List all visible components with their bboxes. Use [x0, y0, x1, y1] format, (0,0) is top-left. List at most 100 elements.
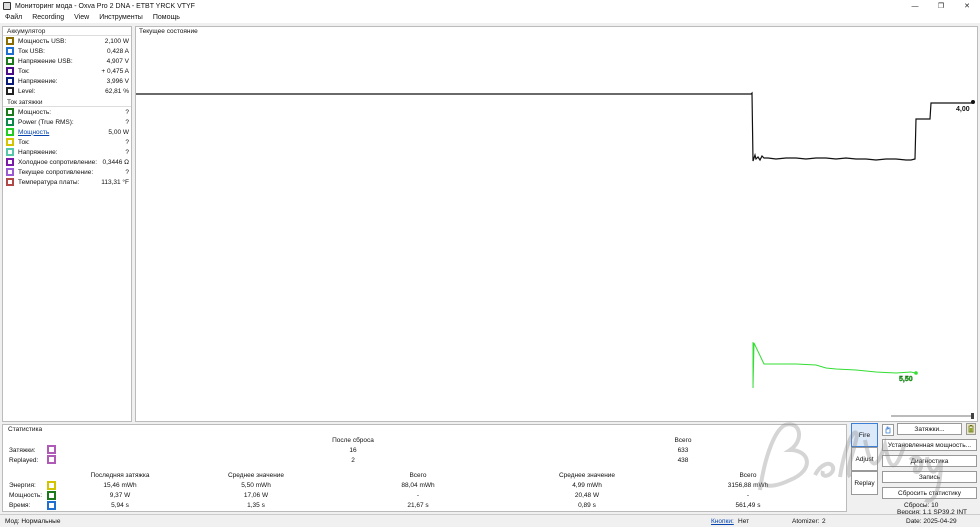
stats-cell: 5,94 s — [111, 502, 129, 509]
stats-cell: 0,89 s — [578, 502, 596, 509]
hand-icon[interactable] — [882, 424, 894, 436]
adjust-button[interactable]: Adjust — [851, 447, 878, 471]
battery-value: 2,100 W — [104, 37, 129, 45]
app-icon — [3, 2, 11, 10]
puff-row: Текущее сопротивление:? — [3, 167, 131, 177]
puff-row: Холодное сопротивление: 0,3446 Ω — [3, 157, 131, 167]
controls-panel: Fire Adjust Replay Затяжки... Установлен… — [849, 412, 978, 516]
battery-value: 4,907 V — [106, 57, 129, 65]
chart-panel: Текущее состояние 4,00 5,50 — [135, 26, 978, 422]
black-series-endpoint — [971, 100, 975, 104]
puff-series-toggle[interactable] — [6, 118, 14, 126]
stats-row-swatch[interactable] — [47, 491, 56, 500]
battery-icon[interactable] — [966, 423, 976, 435]
stats-cell: 5,50 mWh — [241, 482, 271, 489]
puff-row: Power (True RMS):? — [3, 117, 131, 127]
menu-tools[interactable]: Инструменты — [94, 14, 148, 21]
minimize-icon[interactable]: — — [902, 0, 928, 12]
battery-row: Напряжение USB: 4,907 V — [3, 56, 131, 66]
stats-title: Статистика — [8, 426, 43, 433]
black-series-value: 4,00 — [956, 106, 970, 113]
puff-value: 113,31 °F — [101, 178, 129, 186]
puff-row: Напряжение:? — [3, 147, 131, 157]
battery-series-toggle[interactable] — [6, 37, 14, 45]
close-icon[interactable]: ✕ — [954, 0, 980, 12]
replay-button[interactable]: Replay — [851, 471, 878, 495]
stats-cell: 15,46 mWh — [103, 482, 137, 489]
puff-series-toggle[interactable] — [6, 128, 14, 136]
puff-value: ? — [125, 148, 129, 156]
stats-header-last-puff: Последняя затяжка — [90, 472, 150, 479]
record-button[interactable]: Запись — [882, 471, 977, 483]
statistics-panel: Статистика После сброса Всего Затяжки: 1… — [2, 424, 847, 512]
battery-value: 3,996 V — [106, 77, 129, 85]
stats-row-swatch[interactable] — [47, 481, 56, 490]
menu-view[interactable]: View — [69, 14, 94, 21]
puff-row: Ток:? — [3, 137, 131, 147]
window-controls: — ❐ ✕ — [902, 0, 980, 12]
stats-cell: - — [416, 492, 420, 499]
puff-group-title: Ток затяжки — [3, 98, 131, 107]
stats-row-label: Время: — [9, 502, 31, 509]
stats-cell: 20,48 W — [574, 492, 600, 499]
stats-puffs-swatch[interactable] — [47, 445, 56, 454]
menu-file[interactable]: Файл — [0, 14, 27, 21]
green-series-value: 5,50 — [899, 376, 913, 383]
reset-statistics-button[interactable]: Сбросить статистику — [882, 487, 977, 499]
black-series-line — [136, 91, 972, 162]
diagnostics-button[interactable]: Диагностика — [882, 455, 977, 467]
battery-label: Ток: — [18, 67, 30, 75]
stats-puffs-total: 633 — [677, 447, 689, 454]
puff-series-toggle[interactable] — [6, 138, 14, 146]
maximize-icon[interactable]: ❐ — [928, 0, 954, 12]
battery-row: Level: 62,81 % — [3, 86, 131, 96]
puff-series-toggle[interactable] — [6, 178, 14, 186]
battery-group-title: Аккумулятор — [3, 27, 131, 36]
battery-row: Напряжение: 3,996 V — [3, 76, 131, 86]
battery-series-toggle[interactable] — [6, 57, 14, 65]
stats-header-avg-1: Среднее значение — [227, 472, 285, 479]
menu-help[interactable]: Помощь — [148, 14, 185, 21]
stats-header-total-2: Всего — [739, 472, 757, 479]
fire-button[interactable]: Fire — [851, 423, 878, 447]
puff-series-toggle[interactable] — [6, 168, 14, 176]
battery-series-toggle[interactable] — [6, 77, 14, 85]
puffs-button[interactable]: Затяжки... — [897, 423, 962, 435]
puff-series-toggle[interactable] — [6, 108, 14, 116]
puff-series-toggle[interactable] — [6, 148, 14, 156]
battery-row: Ток: + 0,475 A — [3, 66, 131, 76]
buttons-value: Нет — [738, 518, 750, 525]
stats-puffs-after: 16 — [349, 447, 357, 454]
stats-cell: 1,35 s — [247, 502, 265, 509]
puff-label: Текущее сопротивление: — [18, 168, 94, 176]
battery-series-toggle[interactable] — [6, 67, 14, 75]
stats-cell: 88,04 mWh — [401, 482, 435, 489]
puff-label[interactable]: Мощность — [18, 129, 108, 136]
battery-value: 62,81 % — [105, 87, 129, 95]
puff-series-toggle[interactable] — [6, 158, 14, 166]
battery-rows: Мощность USB: 2,100 W Ток USB: 0,428 A Напря… — [3, 36, 131, 96]
stats-header-total-1: Всего — [409, 472, 427, 479]
stats-replayed-label: Replayed: — [9, 457, 39, 464]
stats-cell: 17,06 W — [243, 492, 269, 499]
menu-recording[interactable]: Recording — [27, 14, 69, 21]
stats-cell: 4,99 mWh — [572, 482, 602, 489]
stats-after-reset-header: После сброса — [332, 437, 374, 444]
battery-series-toggle[interactable] — [6, 87, 14, 95]
stats-cell: 21,67 s — [407, 502, 429, 509]
set-power-button[interactable]: Установленная мощность... — [882, 439, 977, 451]
battery-row: Мощность USB: 2,100 W — [3, 36, 131, 46]
buttons-link[interactable]: Кнопки: — [711, 518, 734, 525]
stats-cell: 9,37 W — [109, 492, 131, 499]
green-series-line — [752, 342, 916, 389]
stats-cell: 3156,88 mWh — [727, 482, 769, 489]
puff-rows: Мощность:? Power (True RMS):? Мощность 5,00… — [3, 107, 131, 187]
puff-row: Мощность 5,00 W — [3, 127, 131, 137]
battery-value: + 0,475 A — [101, 67, 129, 75]
stats-replayed-swatch[interactable] — [47, 455, 56, 464]
puff-label: Мощность: — [18, 108, 52, 116]
stats-row-swatch[interactable] — [47, 501, 56, 510]
puff-value: ? — [125, 108, 129, 116]
battery-series-toggle[interactable] — [6, 47, 14, 55]
battery-label: Level: — [18, 87, 36, 95]
